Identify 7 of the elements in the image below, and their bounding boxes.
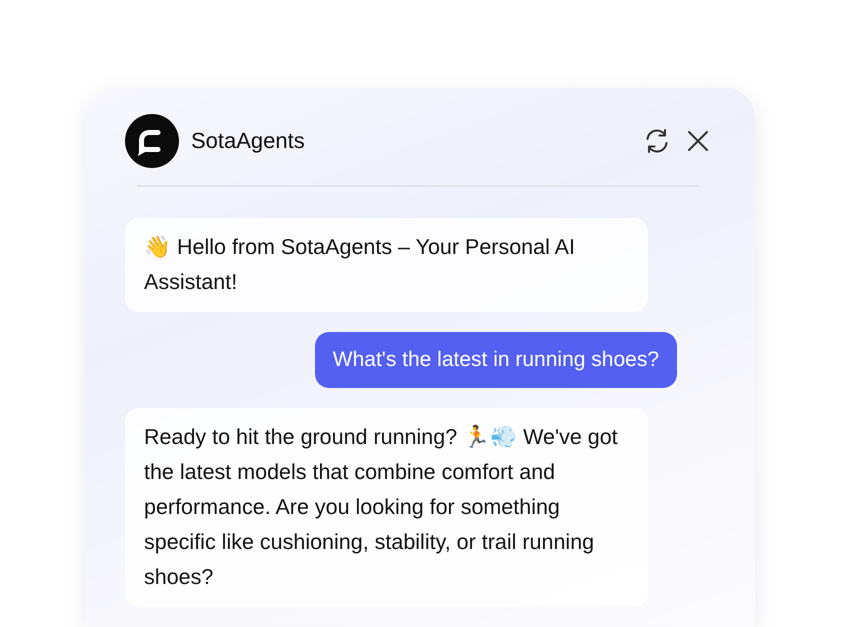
user-message: What's the latest in running shoes? (314, 332, 677, 388)
bot-message: 👋 Hello from SotaAgents – Your Personal AI Assistant! (125, 218, 648, 312)
chat-logo-icon (125, 114, 179, 168)
refresh-icon[interactable] (644, 128, 670, 154)
close-icon[interactable] (687, 130, 709, 152)
bot-message: Ready to hit the ground running? 🏃💨 We've got the latest models that combine comfort and performance. Are you looking for something specific like cushioning, stability, or trail running shoes? (125, 408, 648, 607)
chat-title: SotaAgents (191, 128, 305, 154)
